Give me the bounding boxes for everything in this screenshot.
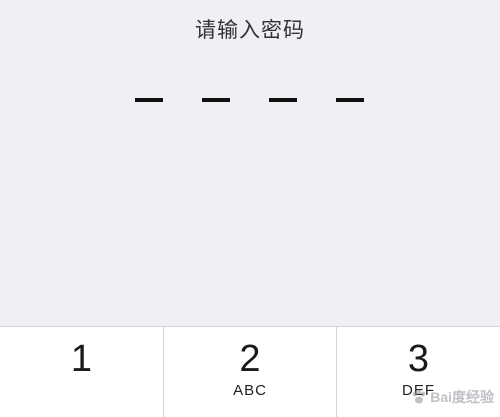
- numeric-keypad: 1 2 ABC 3 DEF Bai度经验: [0, 326, 500, 417]
- watermark-text: Bai度经验: [430, 389, 494, 405]
- key-1-digit: 1: [70, 338, 93, 380]
- passcode-slot-1: [135, 98, 163, 102]
- passcode-prompt: 请输入密码: [195, 18, 305, 42]
- passcode-slot-3: [269, 98, 297, 102]
- key-2-letters: ABC: [233, 382, 267, 399]
- key-2[interactable]: 2 ABC: [164, 327, 336, 415]
- key-3-digit: 3: [407, 338, 430, 380]
- paw-icon: [413, 389, 426, 404]
- passcode-slot-2: [202, 98, 230, 102]
- key-2-digit: 2: [239, 338, 261, 380]
- watermark: Bai度经验: [411, 387, 494, 407]
- passcode-slot-4: [336, 98, 364, 102]
- key-1[interactable]: 1: [0, 327, 163, 415]
